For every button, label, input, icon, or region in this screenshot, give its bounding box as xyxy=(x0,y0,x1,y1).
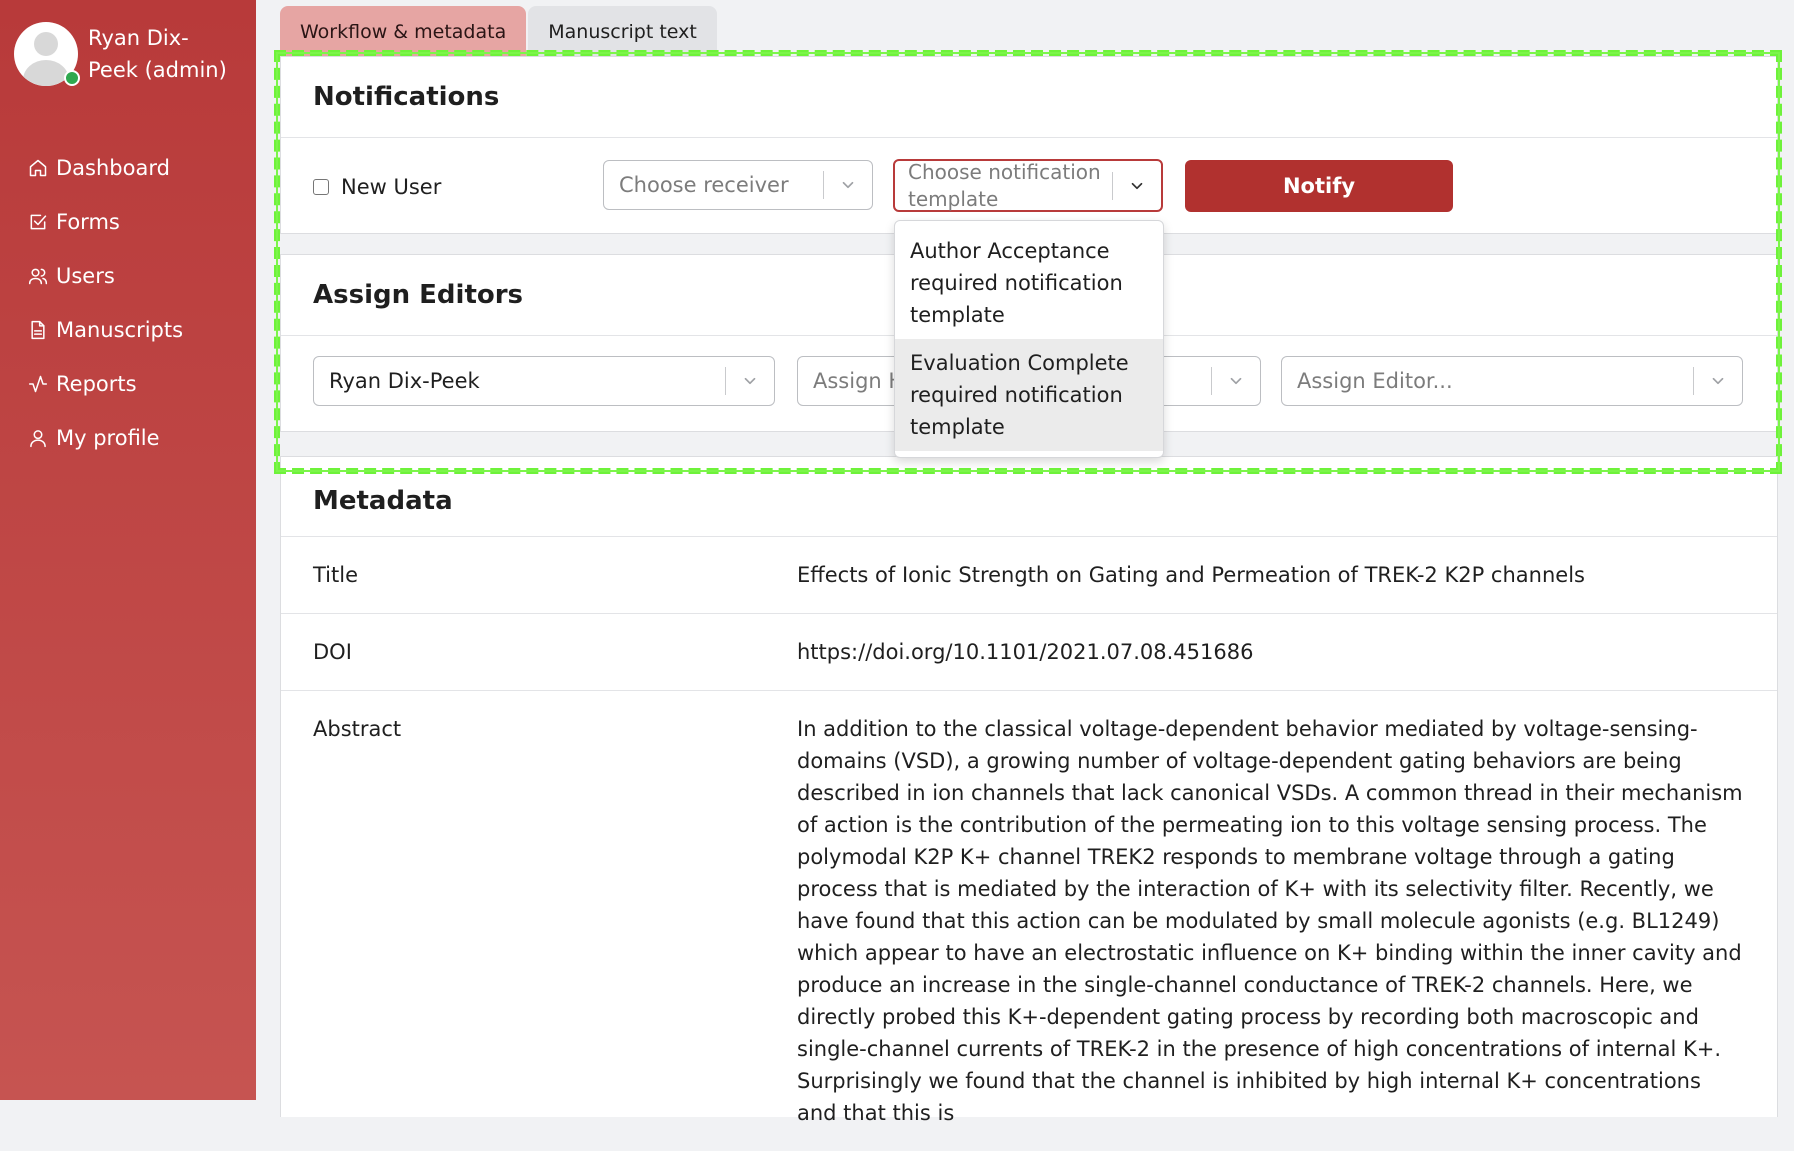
template-chevron-down-icon[interactable] xyxy=(1113,177,1161,195)
sidebar-item-forms[interactable]: Forms xyxy=(28,202,183,242)
notify-button[interactable]: Notify xyxy=(1185,160,1453,212)
notification-template-select-value: Choose notification template xyxy=(908,159,1101,211)
user-name: Ryan Dix-Peek (admin) xyxy=(88,26,227,82)
user-icon xyxy=(30,430,46,448)
sidebar-item-reports[interactable]: Reports xyxy=(28,364,183,404)
sidebar-item-users[interactable]: Users xyxy=(28,256,183,296)
metadata-value: Effects of Ionic Strength on Gating and … xyxy=(797,563,1585,587)
avatar-body-icon xyxy=(23,60,69,86)
sidebar-item-label: My profile xyxy=(56,426,160,450)
new-user-label: New User xyxy=(341,175,442,199)
metadata-label: Title xyxy=(313,563,359,587)
sidebar-item-label: Users xyxy=(56,264,115,288)
sidebar-nav: Dashboard Forms Users Manuscripts Report… xyxy=(28,148,183,472)
file-text-icon xyxy=(31,320,45,340)
check-square-icon xyxy=(30,214,47,230)
sidebar-item-dashboard[interactable]: Dashboard xyxy=(28,148,183,188)
sidebar: Ryan Dix-Peek (admin) Dashboard Forms Us… xyxy=(0,0,256,1100)
notifications-title: Notifications xyxy=(281,57,1777,138)
editor-select-4-value: Assign Editor... xyxy=(1297,369,1453,393)
metadata-label: DOI xyxy=(313,640,352,664)
editor-select-1[interactable]: Ryan Dix-Peek xyxy=(313,356,775,406)
metadata-row-doi: DOI https://doi.org/10.1101/2021.07.08.4… xyxy=(281,614,1777,691)
online-status-icon xyxy=(64,70,80,86)
home-icon xyxy=(29,159,47,177)
metadata-panel: Metadata Title Effects of Ionic Strength… xyxy=(280,456,1778,1125)
users-icon xyxy=(28,268,48,285)
notification-template-menu: Author Acceptance required notification … xyxy=(894,220,1164,458)
new-user-checkbox[interactable] xyxy=(313,179,329,195)
metadata-title: Metadata xyxy=(281,457,1777,537)
tab-workflow-metadata[interactable]: Workflow & metadata xyxy=(280,6,527,61)
metadata-row-abstract: Abstract In addition to the classical vo… xyxy=(281,691,1777,1151)
template-option-evaluation-complete[interactable]: Evaluation Complete required notificatio… xyxy=(895,339,1163,451)
editor-select-1-value: Ryan Dix-Peek xyxy=(329,369,480,393)
editor-4-chevron-down-icon[interactable] xyxy=(1694,372,1742,390)
sidebar-item-manuscripts[interactable]: Manuscripts xyxy=(28,310,183,350)
editor-select-4[interactable]: Assign Editor... xyxy=(1281,356,1743,406)
notifications-panel: Notifications New User Choose receiver C… xyxy=(280,56,1778,234)
activity-icon xyxy=(28,375,48,393)
notifications-body: New User Choose receiver Choose notifica… xyxy=(281,138,1777,232)
new-user-checkbox-row[interactable]: New User xyxy=(313,175,441,199)
sidebar-item-label: Manuscripts xyxy=(56,318,184,342)
avatar-head-icon xyxy=(34,32,58,56)
notification-template-select[interactable]: Choose notification template xyxy=(893,159,1163,212)
metadata-value: https://doi.org/10.1101/2021.07.08.45168… xyxy=(797,640,1254,664)
sidebar-item-label: Reports xyxy=(56,372,137,396)
receiver-select-value: Choose receiver xyxy=(619,173,789,197)
tab-manuscript-text[interactable]: Manuscript text xyxy=(528,6,717,58)
template-option-author-acceptance[interactable]: Author Acceptance required notification … xyxy=(895,227,1163,339)
metadata-value: In addition to the classical voltage-dep… xyxy=(797,717,1743,1125)
sidebar-item-label: Dashboard xyxy=(56,156,170,180)
metadata-row-title: Title Effects of Ionic Strength on Gatin… xyxy=(281,537,1777,614)
editor-1-chevron-down-icon[interactable] xyxy=(726,372,774,390)
metadata-label: Abstract xyxy=(313,717,402,741)
receiver-chevron-down-icon[interactable] xyxy=(824,176,872,194)
editor-2-chevron-down-icon[interactable] xyxy=(1212,372,1260,390)
receiver-select[interactable]: Choose receiver xyxy=(603,160,873,210)
sidebar-item-my-profile[interactable]: My profile xyxy=(28,418,183,458)
sidebar-item-label: Forms xyxy=(56,210,120,234)
tab-bar: Workflow & metadata Manuscript text xyxy=(280,6,719,61)
